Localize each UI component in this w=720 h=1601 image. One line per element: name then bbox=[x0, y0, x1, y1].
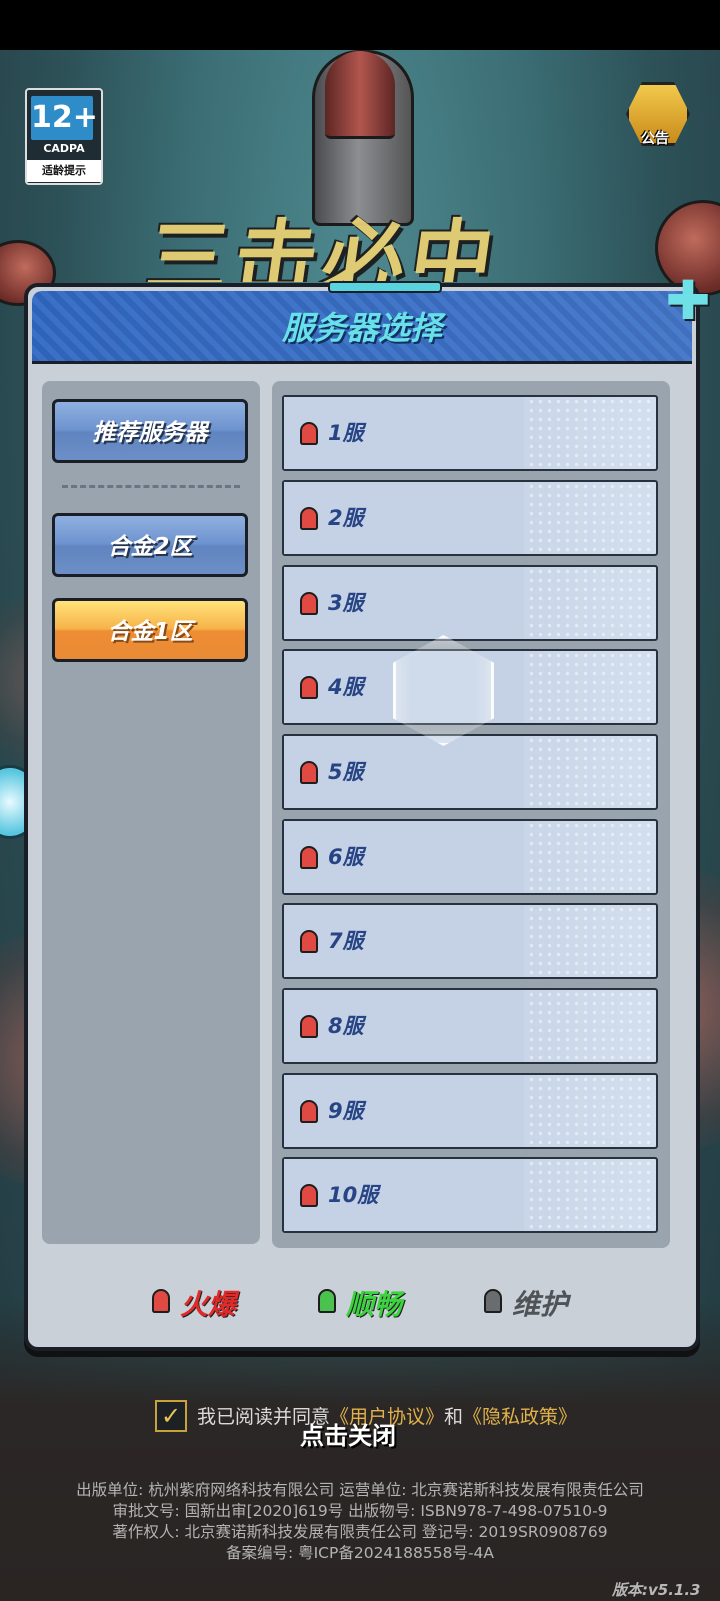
announcement-button[interactable]: 公告 bbox=[620, 82, 690, 152]
server-row-10[interactable]: 10服 bbox=[282, 1157, 658, 1233]
server-select-dialog: 服务器选择 ✚ 推荐服务器 合金2区 合金1区 1服 2服 3服 4服 5服 6… bbox=[24, 274, 711, 1351]
footer-line-3: 著作权人: 北京赛诺斯科技发展有限责任公司 登记号: 2019SR0908769 bbox=[112, 1523, 608, 1541]
status-hot-icon bbox=[300, 1015, 318, 1038]
dialog-title: 服务器选择 bbox=[281, 309, 442, 347]
footer-line-4: 备案编号: 粤ICP备2024188558号-4A bbox=[225, 1544, 495, 1562]
legend-smooth-label: 顺畅 bbox=[346, 1288, 403, 1321]
version-label: 版本:v5.1.3 bbox=[612, 1581, 701, 1599]
server-row-6[interactable]: 6服 bbox=[282, 819, 658, 895]
server-row-2[interactable]: 2服 bbox=[282, 480, 658, 556]
tap-to-close-hint[interactable]: 点击关闭 bbox=[300, 1416, 396, 1451]
status-smooth-icon bbox=[318, 1289, 336, 1313]
status-hot-icon bbox=[300, 761, 318, 784]
publisher-info: 出版单位: 杭州紫府网络科技有限公司 运营单位: 北京赛诺斯科技发展有限责任公司… bbox=[0, 1480, 720, 1564]
footer-line-2: 审批文号: 国新出审[2020]619号 出版物号: ISBN978-7-498… bbox=[112, 1502, 608, 1520]
zone-divider bbox=[62, 485, 240, 488]
age-rating-number: 12+ bbox=[31, 96, 98, 140]
status-hot-icon bbox=[300, 846, 318, 869]
age-rating-org: CADPA bbox=[43, 142, 85, 155]
server-name: 9服 bbox=[328, 1099, 364, 1123]
server-name: 2服 bbox=[328, 506, 364, 530]
status-hot-icon bbox=[300, 1184, 318, 1207]
zone-list: 推荐服务器 合金2区 合金1区 bbox=[42, 381, 260, 1244]
legend-hot-label: 火爆 bbox=[180, 1288, 237, 1321]
status-hot-icon bbox=[300, 422, 318, 445]
status-hot-icon bbox=[300, 1100, 318, 1123]
server-row-1[interactable]: 1服 bbox=[282, 395, 658, 471]
server-row-7[interactable]: 7服 bbox=[282, 903, 658, 979]
privacy-policy-link[interactable]: 《隐私政策》 bbox=[463, 1406, 577, 1428]
status-hot-icon bbox=[300, 592, 318, 615]
status-hot-icon bbox=[300, 930, 318, 953]
server-name: 4服 bbox=[328, 675, 364, 699]
close-icon[interactable]: ✚ bbox=[662, 274, 714, 328]
game-logo: 三击必中 bbox=[143, 212, 506, 282]
age-rating-tip: 适龄提示 bbox=[27, 160, 101, 182]
server-name: 1服 bbox=[328, 421, 364, 445]
dialog-header: 服务器选择 bbox=[32, 291, 692, 364]
legend-maintenance-label: 维护 bbox=[512, 1288, 569, 1321]
announcement-label: 公告 bbox=[641, 131, 669, 147]
server-row-5[interactable]: 5服 bbox=[282, 734, 658, 810]
status-bar bbox=[0, 0, 720, 50]
zone-tab-alloy-1[interactable]: 合金1区 bbox=[52, 598, 248, 662]
server-list: 1服 2服 3服 4服 5服 6服 7服 8服 9服 10服 bbox=[272, 381, 670, 1248]
agreement-checkbox[interactable]: ✓ bbox=[155, 1400, 187, 1432]
server-name: 7服 bbox=[328, 929, 364, 953]
header-accent bbox=[328, 281, 442, 293]
status-maintenance-icon bbox=[484, 1289, 502, 1313]
server-row-9[interactable]: 9服 bbox=[282, 1073, 658, 1149]
server-name: 5服 bbox=[328, 760, 364, 784]
status-hot-icon bbox=[152, 1289, 170, 1313]
server-row-3[interactable]: 3服 bbox=[282, 565, 658, 641]
age-rating-badge: 12+ CADPA 适龄提示 bbox=[25, 88, 103, 185]
status-hot-icon bbox=[300, 507, 318, 530]
status-hot-icon bbox=[300, 676, 318, 699]
agreement-and: 和 bbox=[444, 1406, 464, 1428]
server-name: 10服 bbox=[328, 1183, 379, 1207]
footer-line-1: 出版单位: 杭州紫府网络科技有限公司 运营单位: 北京赛诺斯科技发展有限责任公司 bbox=[76, 1481, 644, 1499]
zone-tab-recommended[interactable]: 推荐服务器 bbox=[52, 399, 248, 463]
server-name: 8服 bbox=[328, 1014, 364, 1038]
server-row-8[interactable]: 8服 bbox=[282, 988, 658, 1064]
zone-tab-alloy-2[interactable]: 合金2区 bbox=[52, 513, 248, 577]
server-name: 3服 bbox=[328, 591, 364, 615]
server-name: 6服 bbox=[328, 845, 364, 869]
